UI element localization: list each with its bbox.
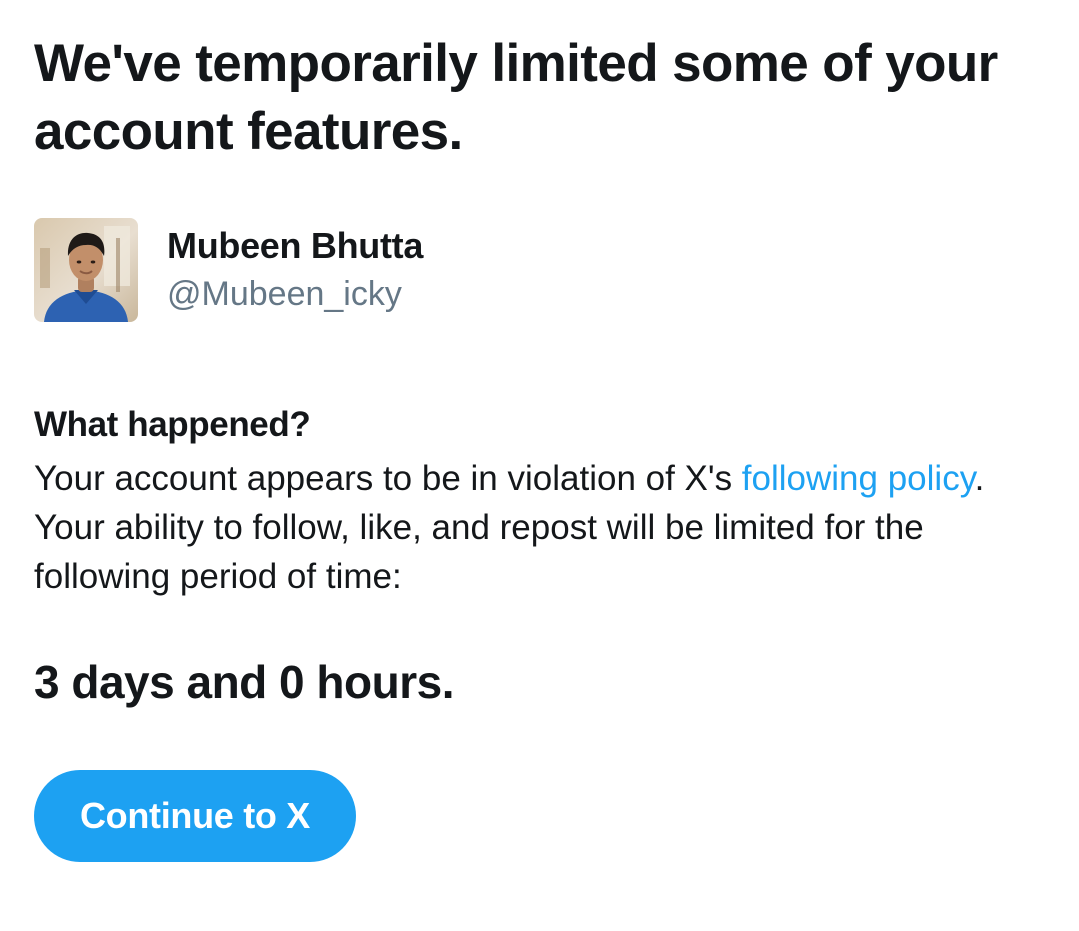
violation-description: Your account appears to be in violation …: [34, 454, 1044, 601]
avatar-photo: [34, 218, 138, 322]
page-title: We've temporarily limited some of your a…: [34, 34, 998, 161]
restriction-duration: 3 days and 0 hours.: [34, 656, 454, 708]
username-handle: @Mubeen_icky: [167, 275, 402, 313]
account-text: Mubeen Bhutta @Mubeen_icky: [167, 224, 423, 318]
section-heading: What happened?: [34, 405, 311, 444]
avatar: [34, 218, 138, 322]
continue-button[interactable]: Continue to X: [34, 770, 356, 862]
limited-account-notice: We've temporarily limited some of your a…: [34, 30, 1044, 862]
following-policy-link[interactable]: following policy: [742, 459, 975, 498]
description-text-start: Your account appears to be in violation …: [34, 459, 742, 498]
display-name: Mubeen Bhutta: [167, 225, 424, 266]
account-info: Mubeen Bhutta @Mubeen_icky: [34, 218, 423, 322]
what-happened-section: What happened? Your account appears to b…: [34, 402, 1044, 601]
